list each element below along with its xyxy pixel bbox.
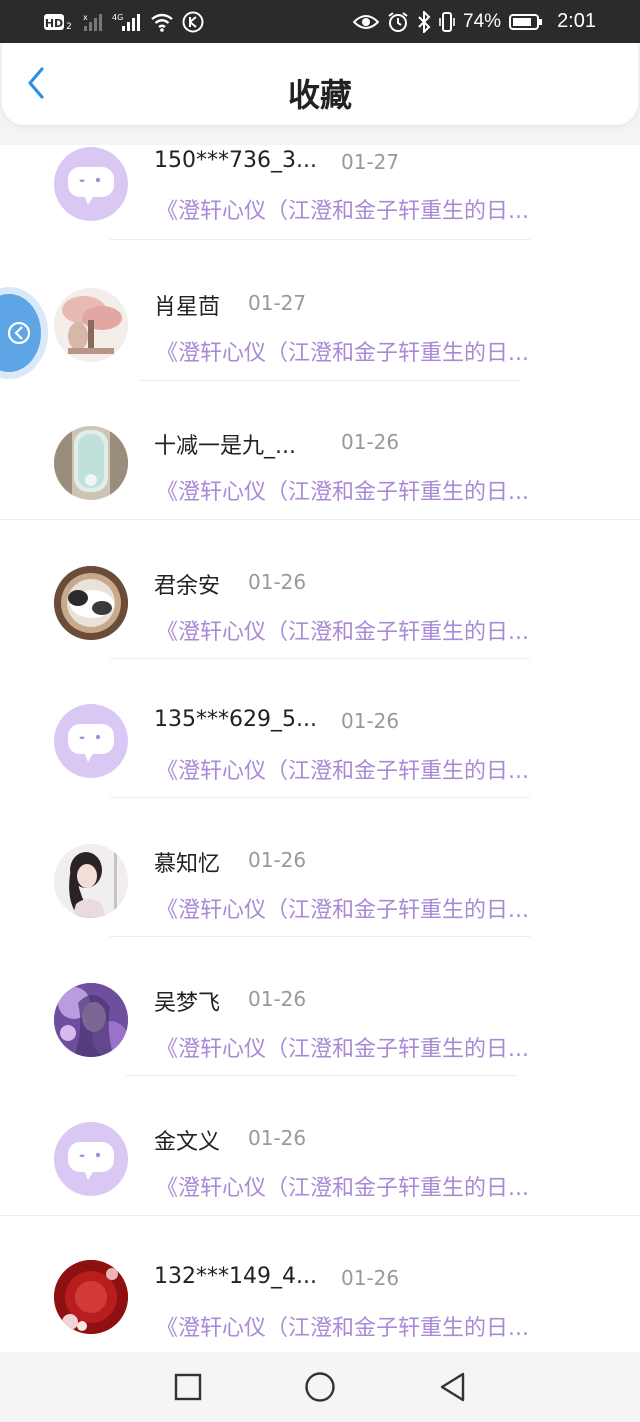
status-bar: HD 2 x 4G 74% 2:01: [0, 0, 640, 43]
avatar[interactable]: [54, 844, 128, 918]
user-name: 150***736_3...: [154, 148, 317, 173]
avatar[interactable]: [54, 566, 128, 640]
battery-icon: [509, 13, 543, 31]
k-app-icon: [182, 11, 204, 33]
back-nav-button[interactable]: [438, 1371, 466, 1403]
item-date: 01-26: [248, 848, 307, 872]
avatar-photo-icon: [54, 566, 128, 640]
avatar[interactable]: [54, 426, 128, 500]
avatar-photo-icon: [54, 844, 128, 918]
chat-bubble-icon: [68, 724, 114, 762]
chat-bubble-icon: [68, 1142, 114, 1180]
bluetooth-icon: [417, 10, 431, 33]
svg-text:4G: 4G: [112, 13, 123, 22]
item-title[interactable]: 《澄轩心仪（江澄和金子轩重生的日...: [156, 193, 529, 225]
triangle-back-icon: [440, 1372, 465, 1402]
circle-icon: [305, 1372, 335, 1402]
user-name: 肖星茴: [154, 295, 221, 320]
avatar[interactable]: [54, 288, 128, 362]
item-date: 01-26: [248, 570, 307, 594]
item-date: 01-26: [341, 430, 400, 454]
item-title[interactable]: 《澄轩心仪（江澄和金子轩重生的日...: [156, 614, 529, 646]
signal-off-icon: x: [82, 12, 104, 32]
avatar[interactable]: [54, 983, 128, 1057]
svg-text:2: 2: [66, 22, 72, 31]
list-item[interactable]: 肖星茴 01-27 《澄轩心仪（江澄和金子轩重生的日...: [0, 254, 640, 393]
clock: 2:01: [557, 10, 596, 32]
square-icon: [174, 1373, 202, 1401]
list-item[interactable]: 150***736_3... 01-27 《澄轩心仪（江澄和金子轩重生的日...: [0, 130, 640, 254]
item-date: 01-26: [248, 1126, 307, 1150]
battery-percent: 74%: [463, 10, 502, 32]
k-logo-icon: [7, 321, 31, 345]
vibrate-icon: [439, 11, 455, 33]
avatar-photo-icon: [54, 1260, 128, 1334]
divider: [110, 797, 530, 798]
item-date: 01-26: [341, 709, 400, 733]
item-title[interactable]: 《澄轩心仪（江澄和金子轩重生的日...: [156, 1031, 529, 1063]
avatar[interactable]: [54, 1260, 128, 1334]
list-item[interactable]: 金文义 01-26 《澄轩心仪（江澄和金子轩重生的日...: [0, 1089, 640, 1228]
user-name: 金文义: [154, 1130, 221, 1155]
floating-shortcut-inner: [0, 294, 41, 372]
list-item[interactable]: 132***149_4... 01-26 《澄轩心仪（江澄和金子轩重生的日...: [0, 1228, 640, 1352]
svg-text:x: x: [83, 13, 88, 22]
list-item[interactable]: 君余安 01-26 《澄轩心仪（江澄和金子轩重生的日...: [0, 533, 640, 672]
recents-button[interactable]: [174, 1373, 202, 1401]
avatar-photo-icon: [54, 983, 128, 1057]
avatar[interactable]: [54, 1122, 128, 1196]
alarm-icon: [387, 11, 409, 33]
avatar[interactable]: [54, 704, 128, 778]
status-left: HD 2 x 4G: [44, 11, 204, 33]
user-name: 十减一是九_...: [154, 434, 296, 459]
divider: [0, 519, 640, 520]
eye-icon: [353, 13, 380, 31]
divider: [110, 239, 530, 240]
divider: [140, 380, 520, 381]
item-title[interactable]: 《澄轩心仪（江澄和金子轩重生的日...: [156, 753, 529, 785]
item-title[interactable]: 《澄轩心仪（江澄和金子轩重生的日...: [156, 892, 529, 924]
item-title[interactable]: 《澄轩心仪（江澄和金子轩重生的日...: [156, 474, 529, 506]
user-name: 君余安: [154, 574, 221, 599]
divider: [110, 936, 530, 937]
item-title[interactable]: 《澄轩心仪（江澄和金子轩重生的日...: [156, 1170, 529, 1202]
item-title[interactable]: 《澄轩心仪（江澄和金子轩重生的日...: [156, 1310, 529, 1342]
status-right: 74% 2:01: [353, 10, 596, 33]
item-date: 01-26: [341, 1266, 400, 1290]
list-item[interactable]: 慕知忆 01-26 《澄轩心仪（江澄和金子轩重生的日...: [0, 811, 640, 950]
favorites-list[interactable]: 150***736_3... 01-27 《澄轩心仪（江澄和金子轩重生的日...…: [0, 130, 640, 1352]
item-title[interactable]: 《澄轩心仪（江澄和金子轩重生的日...: [156, 335, 529, 367]
wifi-icon: [150, 12, 174, 32]
avatar-photo-icon: [54, 288, 128, 362]
avatar[interactable]: [54, 147, 128, 221]
signal-4g-icon: 4G: [112, 12, 142, 32]
list-item[interactable]: 十减一是九_... 01-26 《澄轩心仪（江澄和金子轩重生的日...: [0, 394, 640, 533]
hd-icon: HD 2: [44, 13, 74, 31]
system-nav-bar: [0, 1352, 640, 1422]
user-name: 132***149_4...: [154, 1264, 317, 1289]
item-date: 01-27: [341, 150, 400, 174]
item-date: 01-26: [248, 987, 307, 1011]
item-date: 01-27: [248, 291, 307, 315]
header: 收藏: [2, 43, 638, 125]
avatar-photo-icon: [54, 426, 128, 500]
divider: [0, 1215, 640, 1216]
divider: [110, 658, 530, 659]
list-item[interactable]: 吴梦飞 01-26 《澄轩心仪（江澄和金子轩重生的日...: [0, 950, 640, 1089]
user-name: 吴梦飞: [154, 991, 221, 1016]
page-title: 收藏: [287, 76, 352, 114]
list-item[interactable]: 135***629_5... 01-26 《澄轩心仪（江澄和金子轩重生的日...: [0, 672, 640, 811]
svg-text:HD: HD: [45, 17, 63, 30]
user-name: 慕知忆: [154, 852, 221, 877]
divider: [126, 1075, 516, 1076]
chat-bubble-icon: [68, 167, 114, 205]
user-name: 135***629_5...: [154, 707, 317, 732]
home-button[interactable]: [304, 1371, 336, 1403]
